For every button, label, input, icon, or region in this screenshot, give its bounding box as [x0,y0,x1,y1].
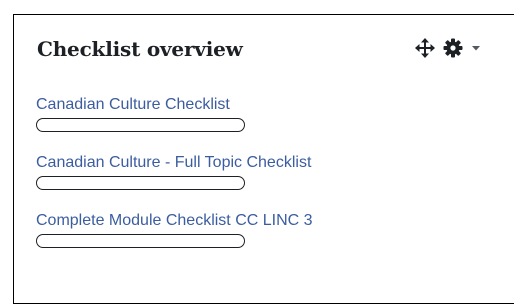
checklist-progress-bar [36,234,245,248]
checklist-link[interactable]: Canadian Culture - Full Topic Checklist [36,153,496,173]
checklist-link[interactable]: Complete Module Checklist CC LINC 3 [36,211,496,231]
block-controls [415,37,481,59]
checklist-list: Canadian Culture Checklist Canadian Cult… [36,95,496,269]
move-arrows-icon[interactable] [415,38,435,58]
checklist-link[interactable]: Canadian Culture Checklist [36,95,496,115]
gear-icon[interactable] [443,38,463,58]
block-title: Checklist overview [37,37,243,61]
checklist-item: Canadian Culture - Full Topic Checklist [36,153,496,211]
checklist-item: Canadian Culture Checklist [36,95,496,153]
checklist-overview-block: Checklist overview Canadian Culture Chec… [13,14,514,304]
checklist-progress-bar [36,118,245,132]
checklist-item: Complete Module Checklist CC LINC 3 [36,211,496,269]
caret-down-icon[interactable] [471,43,481,53]
checklist-progress-bar [36,176,245,190]
